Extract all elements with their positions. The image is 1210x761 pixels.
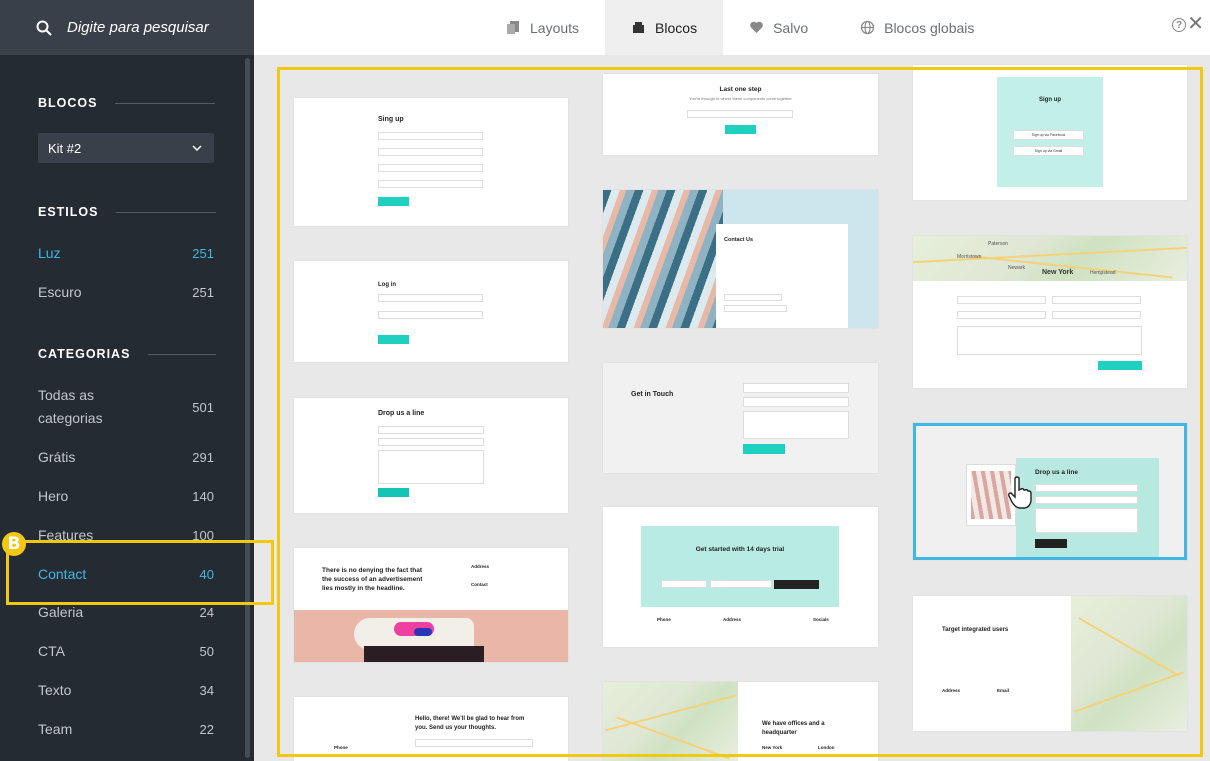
section-categorias: CATEGORIAS (38, 347, 217, 361)
highlight-contact-category (6, 540, 274, 605)
help-icon[interactable]: ? (1172, 18, 1186, 32)
category-label: Hero (38, 488, 69, 504)
category-cta[interactable]: CTA 50 (38, 643, 214, 659)
tab-blocos[interactable]: Blocos (605, 0, 724, 55)
section-title: ESTILOS (38, 205, 99, 219)
search-icon (36, 20, 52, 36)
kit-select[interactable]: Kit #2 (38, 133, 214, 163)
heart-icon (750, 21, 763, 33)
tab-label: Layouts (530, 19, 580, 36)
estilo-luz[interactable]: Luz 251 (38, 245, 214, 261)
estilo-label: Escuro (38, 284, 82, 300)
globe-icon (860, 20, 875, 35)
tab-layouts[interactable]: Layouts (480, 0, 605, 55)
section-estilos: ESTILOS (38, 205, 217, 219)
category-count: 22 (199, 721, 214, 737)
search-bar[interactable]: Digite para pesquisar (0, 0, 254, 55)
category-label: Team (38, 721, 73, 737)
callout-badge: B (2, 532, 26, 556)
category-label: Galeria (38, 604, 84, 620)
estilo-escuro[interactable]: Escuro 251 (38, 284, 214, 300)
tab-label: Blocos (655, 19, 698, 36)
category-label: Texto (38, 682, 72, 698)
layouts-icon (507, 21, 519, 34)
category-texto[interactable]: Texto 34 (38, 682, 214, 698)
category-count: 140 (192, 488, 214, 504)
tab-label: Blocos globais (884, 19, 975, 36)
estilo-label: Luz (38, 245, 61, 261)
category-count: 501 (192, 399, 214, 415)
tab-salvo[interactable]: Salvo (723, 0, 834, 55)
category-todas[interactable]: Todas as categorias 501 (38, 384, 214, 430)
category-gratis[interactable]: Grátis 291 (38, 449, 214, 465)
category-label: Grátis (38, 449, 76, 465)
chevron-down-icon (192, 145, 202, 151)
category-galeria[interactable]: Galeria 24 (38, 604, 214, 620)
kit-select-value: Kit #2 (48, 140, 82, 156)
close-icon[interactable]: ✕ (1187, 14, 1204, 34)
category-label: CTA (38, 643, 65, 659)
search-input[interactable]: Digite para pesquisar (67, 19, 209, 36)
category-label: Todas as categorias (38, 387, 103, 426)
highlight-blocks-area (277, 67, 1203, 757)
sidebar-scrollbar[interactable] (245, 58, 250, 758)
category-count: 24 (199, 604, 214, 620)
section-title: CATEGORIAS (38, 347, 131, 361)
blocks-icon (633, 22, 645, 33)
category-hero[interactable]: Hero 140 (38, 488, 214, 504)
category-team[interactable]: Team 22 (38, 721, 214, 737)
tab-blocos-globais[interactable]: Blocos globais (834, 0, 1000, 55)
sidebar: Digite para pesquisar BLOCOS Kit #2 ESTI… (0, 0, 254, 761)
category-count: 50 (199, 643, 214, 659)
tab-bar: Layouts Blocos Salvo Blocos globais ? ✕ (254, 0, 1210, 55)
category-count: 291 (192, 449, 214, 465)
category-count: 34 (199, 682, 214, 698)
section-title: BLOCOS (38, 96, 98, 110)
section-blocos: BLOCOS (38, 96, 216, 110)
estilo-count: 251 (192, 284, 214, 300)
tab-label: Salvo (773, 19, 809, 36)
estilo-count: 251 (192, 245, 214, 261)
